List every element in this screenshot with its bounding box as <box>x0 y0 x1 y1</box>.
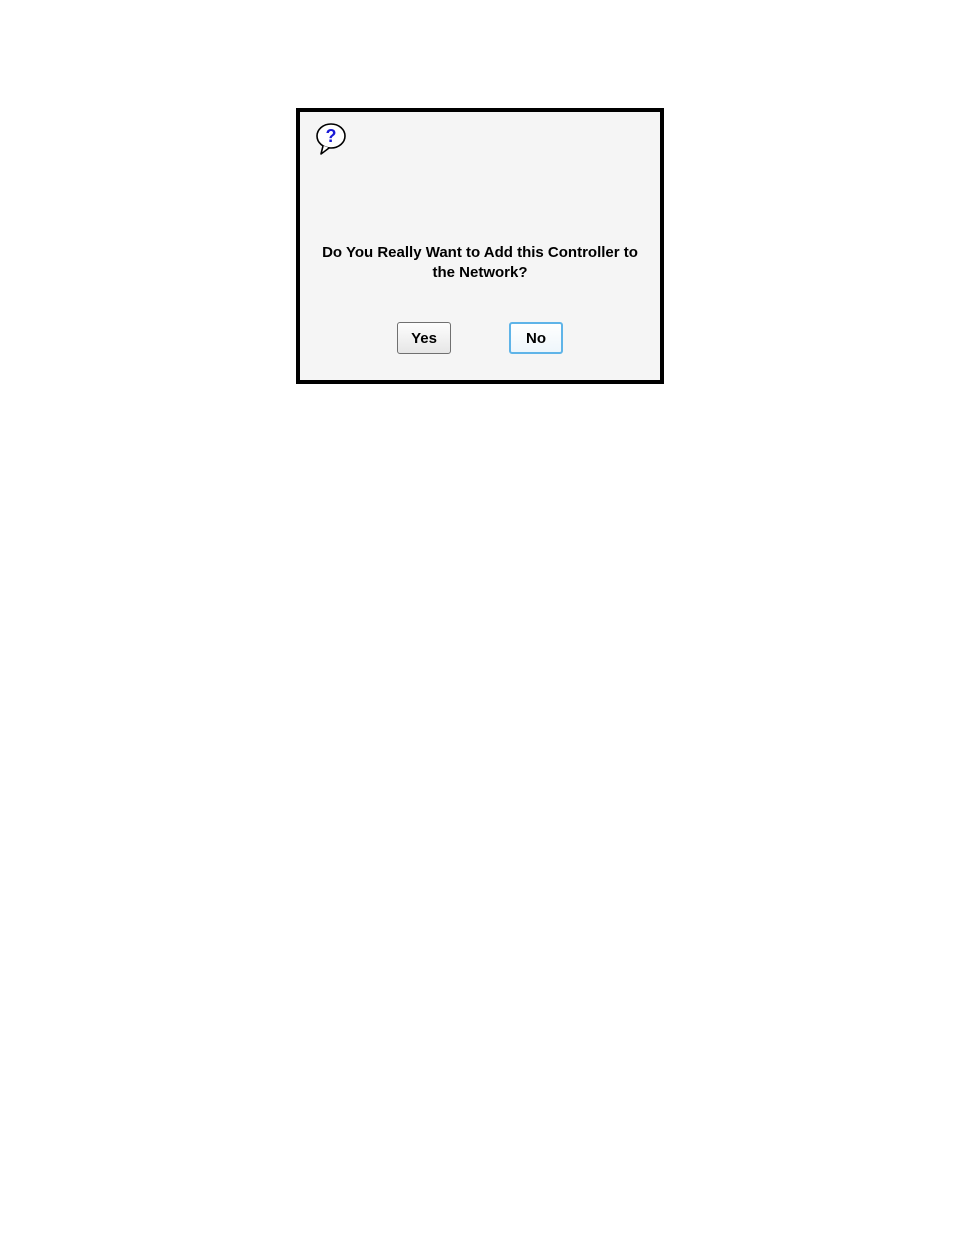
question-icon: ? <box>314 122 350 158</box>
yes-button[interactable]: Yes <box>397 322 451 354</box>
dialog-header: ? <box>300 112 660 168</box>
dialog-body: Do You Really Want to Add this Controlle… <box>300 168 660 322</box>
confirmation-dialog: ? Do You Really Want to Add this Control… <box>296 108 664 384</box>
svg-text:?: ? <box>326 126 337 146</box>
no-button[interactable]: No <box>509 322 563 354</box>
dialog-button-row: Yes No <box>300 322 660 380</box>
dialog-message: Do You Really Want to Add this Controlle… <box>314 243 646 284</box>
